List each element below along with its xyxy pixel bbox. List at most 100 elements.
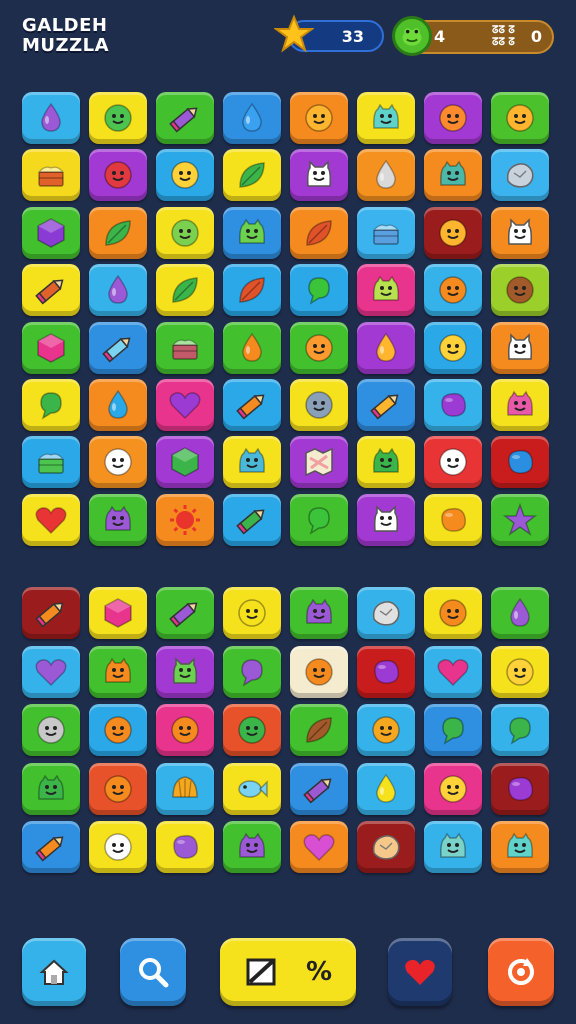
top-tile-r2-c7[interactable] [424, 149, 482, 202]
top-tile-r3-c8[interactable] [491, 206, 549, 259]
bottom-tile-r1-c8[interactable] [491, 587, 549, 639]
top-tile-r8-c3[interactable] [156, 493, 214, 546]
bottom-tile-r4-c3[interactable] [156, 762, 214, 815]
top-tile-r7-c2[interactable] [89, 436, 147, 489]
top-tile-r5-c5[interactable] [290, 321, 348, 374]
top-tile-r3-c2[interactable] [89, 206, 147, 259]
search-button[interactable] [120, 938, 186, 1006]
bottom-tile-r5-c6[interactable] [357, 821, 415, 873]
bottom-tile-r2-c2[interactable] [89, 645, 147, 698]
top-tile-r8-c6[interactable] [357, 493, 415, 546]
top-tile-r4-c7[interactable] [424, 264, 482, 317]
top-tile-r2-c8[interactable] [491, 149, 549, 202]
bottom-tile-r1-c4[interactable] [223, 587, 281, 639]
top-tile-r4-c3[interactable] [156, 264, 214, 317]
top-tile-r2-c4[interactable] [223, 149, 281, 202]
bottom-tile-r1-c6[interactable] [357, 587, 415, 639]
top-tile-r3-c6[interactable] [357, 206, 415, 259]
bottom-tile-r4-c8[interactable] [491, 762, 549, 815]
top-tile-r2-c1[interactable] [22, 149, 80, 202]
bottom-tile-r5-c8[interactable] [491, 821, 549, 873]
top-tile-r3-c7[interactable] [424, 206, 482, 259]
top-tile-r7-c7[interactable] [424, 436, 482, 489]
top-tile-r4-c6[interactable] [357, 264, 415, 317]
top-tile-r8-c7[interactable] [424, 493, 482, 546]
top-tile-r6-c5[interactable] [290, 378, 348, 431]
top-tile-r6-c1[interactable] [22, 378, 80, 431]
bottom-tile-r2-c5[interactable] [290, 645, 348, 698]
bottom-tile-r3-c2[interactable] [89, 704, 147, 756]
bottom-tile-r3-c6[interactable] [357, 704, 415, 756]
bottom-tile-r4-c6[interactable] [357, 762, 415, 815]
top-tile-r2-c5[interactable] [290, 149, 348, 202]
top-tile-r1-c3[interactable] [156, 92, 214, 144]
bottom-tile-r5-c1[interactable] [22, 821, 80, 873]
top-tile-r8-c1[interactable] [22, 493, 80, 546]
top-tile-r1-c6[interactable] [357, 92, 415, 144]
bottom-tile-r5-c4[interactable] [223, 821, 281, 873]
bottom-tile-r2-c4[interactable] [223, 645, 281, 698]
bottom-tile-r4-c1[interactable] [22, 762, 80, 815]
top-tile-r6-c7[interactable] [424, 378, 482, 431]
bottom-tile-r3-c4[interactable] [223, 704, 281, 756]
top-tile-r7-c4[interactable] [223, 436, 281, 489]
bottom-tile-r4-c5[interactable] [290, 762, 348, 815]
top-tile-r7-c3[interactable] [156, 436, 214, 489]
bottom-tile-r4-c7[interactable] [424, 762, 482, 815]
bottom-tile-r4-c2[interactable] [89, 762, 147, 815]
bottom-tile-r3-c3[interactable] [156, 704, 214, 756]
top-tile-r8-c4[interactable] [223, 493, 281, 546]
top-tile-r4-c8[interactable] [491, 264, 549, 317]
top-tile-r4-c5[interactable] [290, 264, 348, 317]
bottom-tile-r2-c7[interactable] [424, 645, 482, 698]
top-tile-r7-c5[interactable] [290, 436, 348, 489]
top-tile-r2-c3[interactable] [156, 149, 214, 202]
bottom-tile-r5-c7[interactable] [424, 821, 482, 873]
restart-button[interactable] [488, 938, 554, 1006]
top-tile-r4-c1[interactable] [22, 264, 80, 317]
top-tile-r5-c8[interactable] [491, 321, 549, 374]
bottom-tile-r3-c7[interactable] [424, 704, 482, 756]
top-tile-r5-c7[interactable] [424, 321, 482, 374]
top-tile-r1-c7[interactable] [424, 92, 482, 144]
top-tile-r6-c3[interactable] [156, 378, 214, 431]
bottom-tile-r3-c5[interactable] [290, 704, 348, 756]
shuffle-button[interactable]: % [220, 938, 356, 1006]
top-tile-r2-c6[interactable] [357, 149, 415, 202]
top-tile-r6-c4[interactable] [223, 378, 281, 431]
bottom-tile-r5-c2[interactable] [89, 821, 147, 873]
top-tile-r3-c3[interactable] [156, 206, 214, 259]
bottom-tile-r2-c8[interactable] [491, 645, 549, 698]
top-tile-r5-c4[interactable] [223, 321, 281, 374]
top-tile-r6-c6[interactable] [357, 378, 415, 431]
bottom-tile-r1-c5[interactable] [290, 587, 348, 639]
top-tile-r3-c4[interactable] [223, 206, 281, 259]
top-tile-r7-c1[interactable] [22, 436, 80, 489]
top-tile-r7-c8[interactable] [491, 436, 549, 489]
top-tile-r8-c5[interactable] [290, 493, 348, 546]
home-button[interactable] [22, 938, 86, 1006]
bottom-tile-r2-c1[interactable] [22, 645, 80, 698]
bottom-tile-r2-c3[interactable] [156, 645, 214, 698]
top-tile-r6-c2[interactable] [89, 378, 147, 431]
top-tile-r1-c5[interactable] [290, 92, 348, 144]
top-tile-r2-c2[interactable] [89, 149, 147, 202]
top-tile-r1-c8[interactable] [491, 92, 549, 144]
bottom-tile-r3-c1[interactable] [22, 704, 80, 756]
top-tile-r5-c2[interactable] [89, 321, 147, 374]
bottom-tile-r2-c6[interactable] [357, 645, 415, 698]
top-tile-r1-c1[interactable] [22, 92, 80, 144]
bottom-tile-r4-c4[interactable] [223, 762, 281, 815]
top-tile-r8-c8[interactable] [491, 493, 549, 546]
bottom-tile-r1-c1[interactable] [22, 587, 80, 639]
top-tile-r4-c2[interactable] [89, 264, 147, 317]
bottom-tile-r1-c7[interactable] [424, 587, 482, 639]
top-tile-r3-c1[interactable] [22, 206, 80, 259]
top-tile-r1-c2[interactable] [89, 92, 147, 144]
bottom-tile-r5-c3[interactable] [156, 821, 214, 873]
top-tile-r8-c2[interactable] [89, 493, 147, 546]
lives-button[interactable] [388, 938, 452, 1006]
bottom-tile-r1-c2[interactable] [89, 587, 147, 639]
bottom-tile-r5-c5[interactable] [290, 821, 348, 873]
top-tile-r5-c1[interactable] [22, 321, 80, 374]
